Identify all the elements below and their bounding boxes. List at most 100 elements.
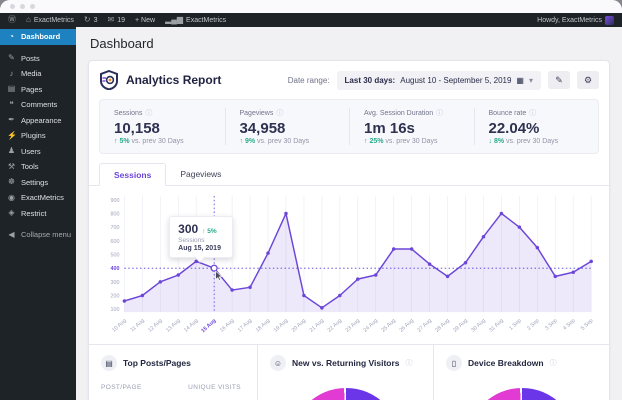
svg-text:2 Sep: 2 Sep xyxy=(526,318,540,332)
sidebar-item-settings[interactable]: ☸ Settings xyxy=(0,175,76,191)
comments-bubble-icon: ✉ xyxy=(107,15,115,24)
calendar-icon: ▦ xyxy=(516,75,524,85)
sidebar-item-users[interactable]: ♟ Users xyxy=(0,144,76,160)
svg-text:19 Aug: 19 Aug xyxy=(273,318,289,334)
svg-text:17 Aug: 17 Aug xyxy=(237,318,253,334)
svg-text:500: 500 xyxy=(111,252,120,258)
svg-text:3 Sep: 3 Sep xyxy=(544,318,558,332)
device-icon: ▯ xyxy=(446,355,462,372)
device-breakdown-widget: ▯ Device Breakdown ⓘ xyxy=(433,345,609,400)
stat-bounce-rate: Bounce rate ⓘ 22.04% ↓ 8% vs. prev 30 Day… xyxy=(473,108,599,145)
analytics-report-card: Analytics Report Date range: Last 30 day… xyxy=(88,60,610,400)
appearance-icon: ✒ xyxy=(8,115,15,125)
sidebar-item-comments[interactable]: ❝ Comments xyxy=(0,97,76,113)
report-widgets-row: ▤ Top Posts/Pages POST/PAGE UNIQUE VISIT… xyxy=(89,344,609,400)
wordpress-logo-icon[interactable]: Ⓦ xyxy=(8,16,16,24)
sidebar-item-dashboard[interactable]: ◔ Dashboard xyxy=(0,29,76,45)
pages-icon: ▤ xyxy=(7,84,16,94)
home-icon: ⌂ xyxy=(26,15,31,24)
svg-text:14 Aug: 14 Aug xyxy=(183,318,199,334)
svg-text:27 Aug: 27 Aug xyxy=(416,318,432,334)
tools-icon: ⚒ xyxy=(7,161,16,171)
sidebar-item-posts[interactable]: ✎ Posts xyxy=(0,51,76,67)
svg-text:22 Aug: 22 Aug xyxy=(327,318,343,334)
sidebar-item-plugins[interactable]: ⚡ Plugins xyxy=(0,128,76,144)
device-donut-chart xyxy=(466,388,577,400)
tab-pageviews[interactable]: Pageviews xyxy=(166,163,235,185)
svg-text:13 Aug: 13 Aug xyxy=(165,318,181,334)
account-menu[interactable]: Howdy, ExactMetrics xyxy=(537,15,614,25)
info-icon[interactable]: ⓘ xyxy=(406,358,413,368)
sidebar-item-pages[interactable]: ▤ Pages xyxy=(0,82,76,98)
date-range-picker[interactable]: Last 30 days: August 10 - September 5, 2… xyxy=(336,70,541,90)
info-icon[interactable]: ⓘ xyxy=(145,108,152,118)
sidebar-item-media[interactable]: ♪ Media xyxy=(0,66,76,82)
chart-tooltip: 300 ↑ 5% Sessions Aug 15, 2019 xyxy=(169,216,234,259)
svg-text:5 Sep: 5 Sep xyxy=(580,318,594,332)
report-title: Analytics Report xyxy=(126,73,222,87)
window-dot[interactable] xyxy=(20,4,25,9)
svg-text:18 Aug: 18 Aug xyxy=(255,318,271,334)
svg-text:10 Aug: 10 Aug xyxy=(111,318,127,334)
svg-text:11 Aug: 11 Aug xyxy=(130,318,146,333)
sessions-line-chart[interactable]: 100 200 300 400 500 600 700 800 900 10 Aug 11 Aug 1… xyxy=(99,192,599,340)
svg-text:29 Aug: 29 Aug xyxy=(452,318,468,334)
info-icon[interactable]: ⓘ xyxy=(436,108,443,118)
exactmetrics-icon: ◉ xyxy=(8,192,15,202)
svg-text:30 Aug: 30 Aug xyxy=(470,318,486,334)
svg-text:16 Aug: 16 Aug xyxy=(219,318,235,334)
column-header-unique-visits: UNIQUE VISITS xyxy=(188,384,241,392)
report-settings-button[interactable]: ⚙ xyxy=(577,71,599,89)
sidebar-item-appearance[interactable]: ✒ Appearance xyxy=(0,113,76,129)
users-icon: ♟ xyxy=(7,146,16,156)
bar-chart-icon: ▂▄▆ xyxy=(165,15,184,24)
svg-text:400: 400 xyxy=(111,266,120,272)
visitors-donut-chart xyxy=(290,388,401,400)
window-dot[interactable] xyxy=(10,4,15,9)
svg-text:1 Sep: 1 Sep xyxy=(508,318,522,332)
stat-sessions: Sessions ⓘ 10,158 ↑ 5% vs. prev 30 Days xyxy=(114,108,184,146)
chart-tabs: Sessions Pageviews xyxy=(89,163,609,186)
sessions-chart-svg: 10020030040050060070080090010 Aug 11 Aug 1… xyxy=(111,195,594,334)
posts-icon: ✎ xyxy=(8,53,15,63)
sidebar-item-exactmetrics[interactable]: ◉ ExactMetrics xyxy=(0,190,76,206)
browser-window: Ⓦ ⌂ ExactMetrics ↻ 3 ✉ 19 + New ▂▄▆ ExactMet… xyxy=(0,0,622,400)
column-header-post-page: POST/PAGE xyxy=(101,384,142,392)
chevron-down-icon: ▾ xyxy=(528,75,533,85)
updates-menu[interactable]: ↻ 3 xyxy=(84,16,98,24)
svg-text:24 Aug: 24 Aug xyxy=(363,318,379,334)
date-range-label: Date range: xyxy=(287,75,330,85)
comments-menu[interactable]: ✉ 19 xyxy=(108,16,126,24)
updates-icon: ↻ xyxy=(83,15,91,24)
svg-text:4 Sep: 4 Sep xyxy=(562,318,576,332)
gear-icon: ⚙ xyxy=(583,74,593,85)
svg-text:100: 100 xyxy=(111,307,120,313)
visitors-icon: ☺ xyxy=(270,355,286,372)
svg-text:15 Aug: 15 Aug xyxy=(200,318,217,334)
info-icon[interactable]: ⓘ xyxy=(550,358,557,368)
site-name-menu[interactable]: ⌂ ExactMetrics xyxy=(26,16,74,24)
svg-text:28 Aug: 28 Aug xyxy=(434,318,450,334)
edit-report-button[interactable]: ✎ xyxy=(548,71,570,89)
tab-sessions[interactable]: Sessions xyxy=(99,163,167,186)
svg-text:600: 600 xyxy=(111,239,120,245)
svg-text:300: 300 xyxy=(111,280,120,286)
document-icon: ▤ xyxy=(101,355,117,372)
sidebar-item-restrict[interactable]: ◈ Restrict xyxy=(0,206,76,222)
exactmetrics-logo xyxy=(100,70,118,90)
top-posts-pages-widget: ▤ Top Posts/Pages POST/PAGE UNIQUE VISIT… xyxy=(89,345,257,400)
svg-text:23 Aug: 23 Aug xyxy=(345,318,361,334)
exactmetrics-adminbar-menu[interactable]: ▂▄▆ ExactMetrics xyxy=(165,16,226,24)
new-content-menu[interactable]: + New xyxy=(135,17,155,24)
window-dot[interactable] xyxy=(30,4,35,9)
collapse-menu-button[interactable]: ◀ Collapse menu xyxy=(0,227,76,243)
sidebar-item-tools[interactable]: ⚒ Tools xyxy=(0,159,76,175)
new-vs-returning-widget: ☺ New vs. Returning Visitors ⓘ xyxy=(257,345,433,400)
info-icon[interactable]: ⓘ xyxy=(529,108,536,118)
svg-text:20 Aug: 20 Aug xyxy=(291,318,307,334)
window-titlebar xyxy=(0,0,622,13)
svg-text:21 Aug: 21 Aug xyxy=(309,318,325,334)
dashboard-icon: ◔ xyxy=(9,31,14,41)
svg-text:31 Aug: 31 Aug xyxy=(488,318,504,334)
info-icon[interactable]: ⓘ xyxy=(276,108,283,118)
